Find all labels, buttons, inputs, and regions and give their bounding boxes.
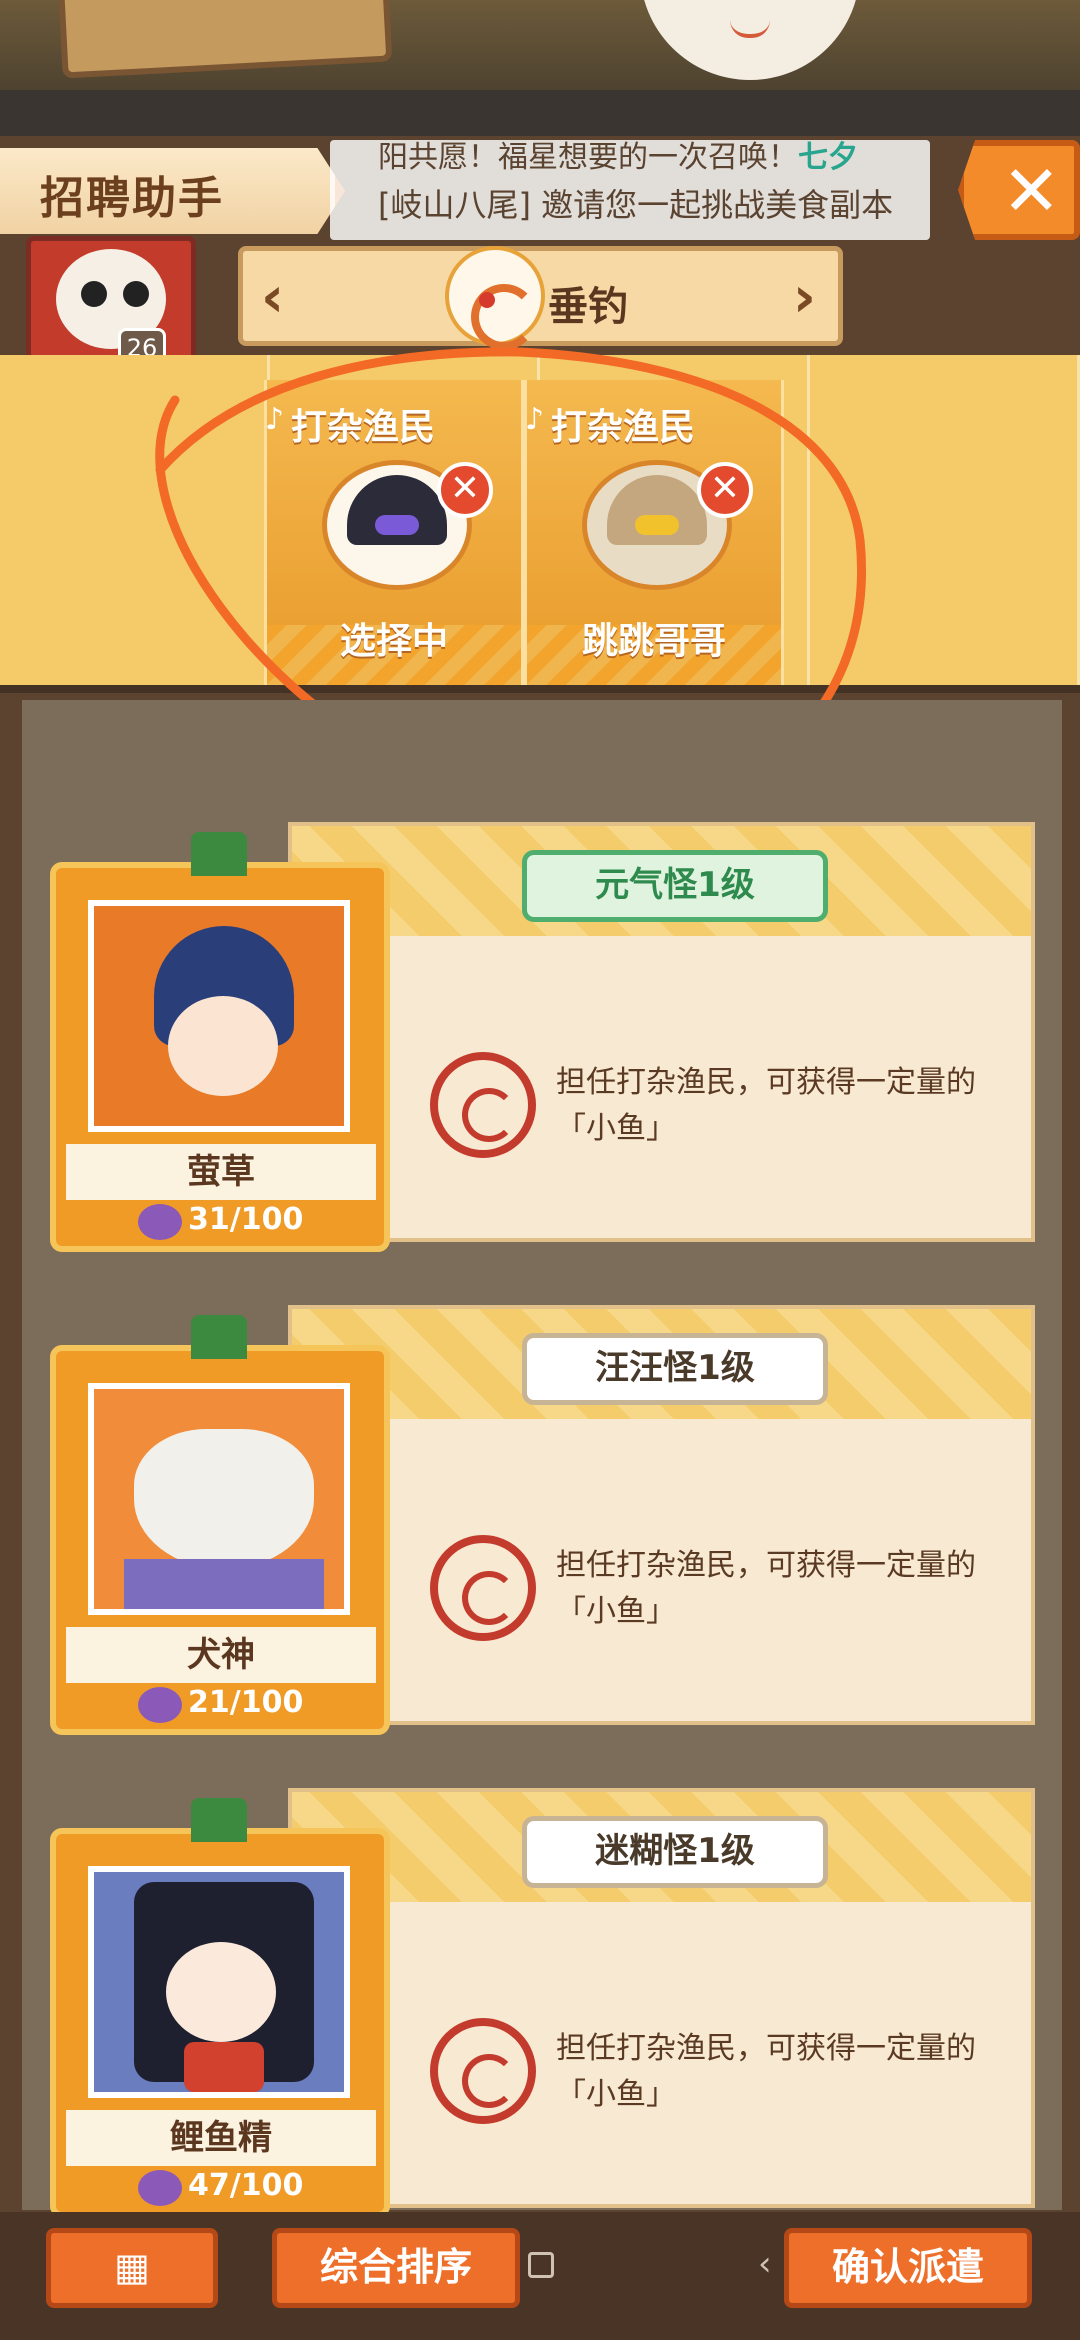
page-title-tab: 招聘助手: [0, 148, 345, 234]
candidate-name: 鲤鱼精: [66, 2110, 376, 2166]
confirm-dispatch-button[interactable]: 确认派遣: [784, 2228, 1032, 2308]
player-avatar[interactable]: [26, 236, 196, 366]
fishing-rod-icon: [430, 1052, 536, 1158]
candidate-tag: 迷糊怪1级: [522, 1816, 828, 1888]
close-icon: ✕: [1002, 150, 1061, 232]
candidate-row[interactable]: 迷糊怪1级 担任打杂渔民，可获得一定量的「小鱼」 鲤鱼精 47/100: [0, 1788, 1080, 2238]
fishing-rod-icon: [430, 2018, 536, 2124]
heart-icon: [138, 1687, 182, 1723]
system-back-icon[interactable]: ‹: [758, 2244, 772, 2284]
grid-view-button[interactable]: ▦: [46, 2228, 218, 2308]
candidate-stat: 21/100: [188, 1685, 304, 1720]
candidate-row[interactable]: 汪汪怪1级 担任打杂渔民，可获得一定量的「小鱼」 犬神 21/100: [0, 1305, 1080, 1755]
fishing-rod-icon: [430, 1535, 536, 1641]
ticker-line-1: 阳共愿！福星想要的一次召唤！七夕: [378, 140, 858, 175]
candidate-tag: 汪汪怪1级: [522, 1333, 828, 1405]
remove-slot-button[interactable]: ✕: [437, 462, 493, 518]
wooden-sign: [57, 0, 393, 79]
slot-role: 打杂渔民: [551, 407, 696, 448]
candidate-card[interactable]: 鲤鱼精 47/100: [50, 1798, 390, 2218]
candidate-portrait: [88, 900, 350, 1132]
grid-icon: ▦: [114, 2245, 150, 2289]
fishing-rod-icon: ♪: [265, 402, 285, 437]
remove-slot-button[interactable]: ✕: [697, 462, 753, 518]
header-divider: [0, 90, 1080, 136]
candidate-portrait: [88, 1383, 350, 1615]
slot-name: 选择中: [339, 621, 448, 662]
candidate-name: 萤草: [66, 1144, 376, 1200]
candidate-description: 担任打杂渔民，可获得一定量的「小鱼」: [556, 2031, 976, 2112]
candidate-tag: 元气怪1级: [522, 850, 828, 922]
system-home-icon[interactable]: [528, 2252, 554, 2278]
candidate-stat: 31/100: [188, 1202, 304, 1237]
heart-icon: [138, 2170, 182, 2206]
lucky-cat-decoration: [640, 0, 860, 80]
candidate-description: 担任打杂渔民，可获得一定量的「小鱼」: [556, 1065, 976, 1146]
background-scenery: [0, 0, 1080, 90]
sort-button[interactable]: 综合排序: [272, 2228, 520, 2308]
category-next-button[interactable]: ›: [793, 265, 816, 330]
assignment-slot[interactable]: ♪ 打杂渔民 ✕ 跳跳哥哥: [524, 380, 784, 685]
category-label: 垂钓: [548, 284, 628, 330]
ticker-line-2: [岐山八尾] 邀请您一起挑战美食副本: [378, 186, 894, 224]
slot-role: 打杂渔民: [291, 407, 436, 448]
slot-name: 跳跳哥哥: [581, 621, 726, 662]
close-button[interactable]: ✕: [958, 140, 1080, 240]
candidate-card[interactable]: 犬神 21/100: [50, 1315, 390, 1735]
announcement-ticker: 阳共愿！福星想要的一次召唤！七夕 [岐山八尾] 邀请您一起挑战美食副本: [330, 140, 930, 240]
candidate-stat: 47/100: [188, 2168, 304, 2203]
heart-icon: [138, 1204, 182, 1240]
fishing-rod-icon: [445, 246, 545, 350]
fishing-rod-icon: ♪: [525, 402, 545, 437]
candidate-card[interactable]: 萤草 31/100: [50, 832, 390, 1252]
page-title: 招聘助手: [40, 173, 224, 224]
candidate-description: 担任打杂渔民，可获得一定量的「小鱼」: [556, 1548, 976, 1629]
assignment-slot[interactable]: ♪ 打杂渔民 ✕ 选择中: [264, 380, 524, 685]
category-prev-button[interactable]: ‹: [261, 265, 284, 330]
candidate-portrait: [88, 1866, 350, 2098]
candidate-name: 犬神: [66, 1627, 376, 1683]
candidate-row[interactable]: 元气怪1级 担任打杂渔民，可获得一定量的「小鱼」 萤草 31/100: [0, 822, 1080, 1272]
